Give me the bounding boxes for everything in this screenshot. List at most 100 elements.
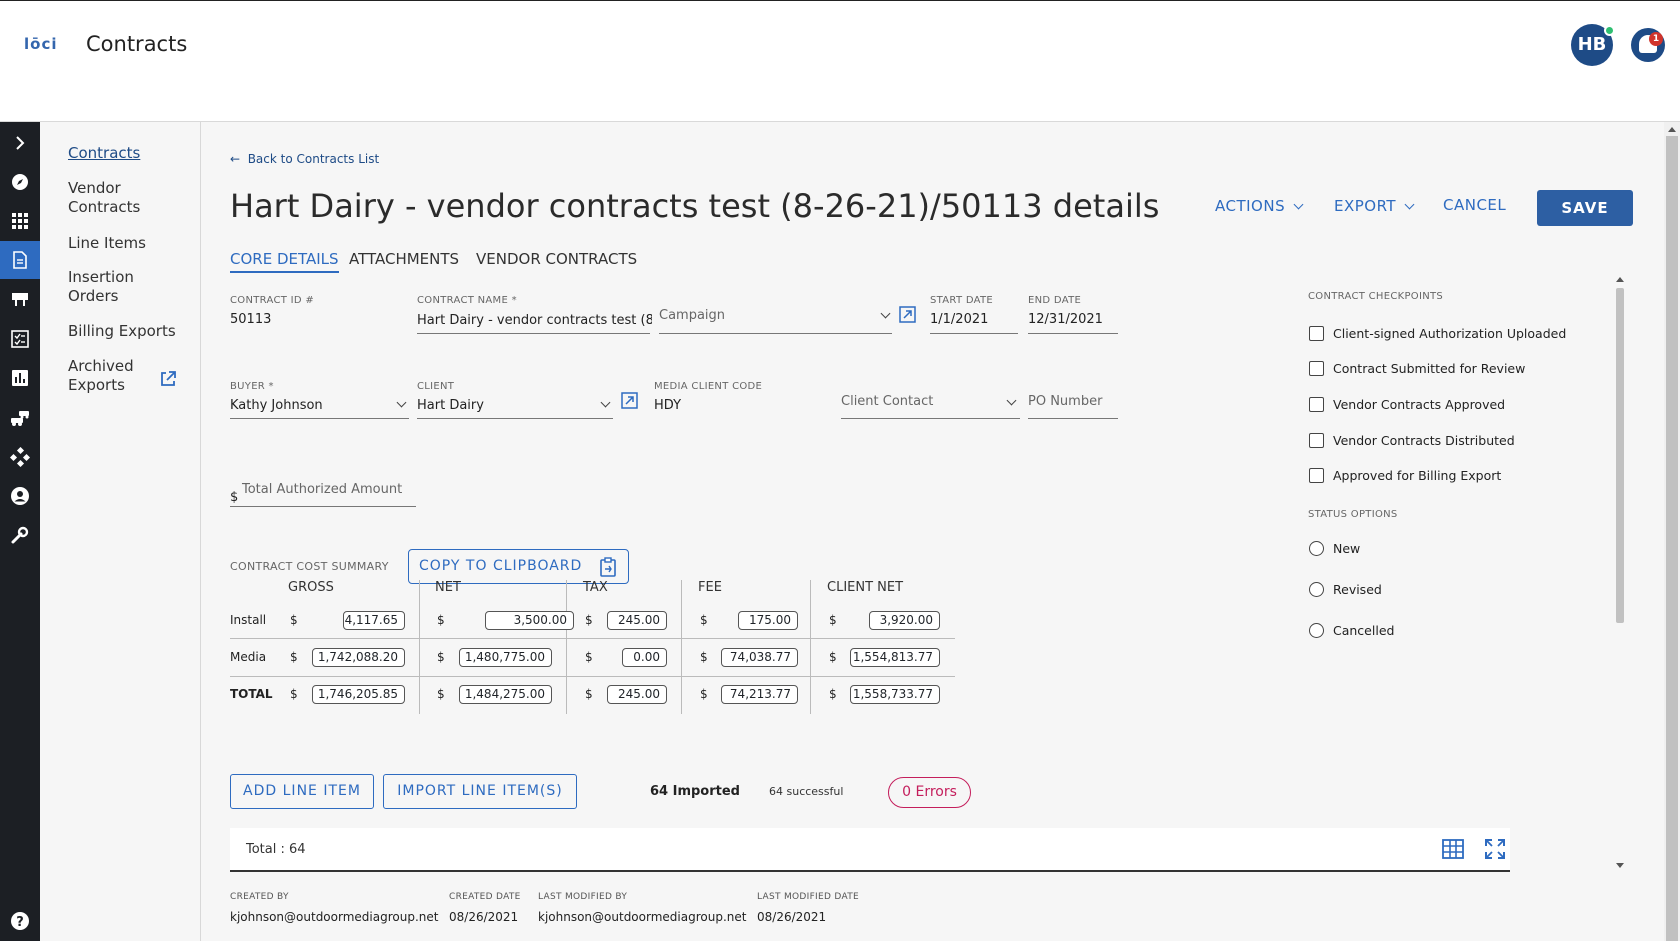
checkpoint-label: Vendor Contracts Approved — [1333, 397, 1506, 412]
chevron-down-icon[interactable] — [880, 308, 891, 319]
start-date-input[interactable]: 1/1/2021 — [930, 312, 988, 327]
clipboard-icon — [600, 557, 616, 577]
chevron-down-icon[interactable] — [1006, 395, 1017, 406]
chevron-down-icon[interactable] — [600, 397, 611, 408]
total-fee-value[interactable]: 74,213.77 — [721, 685, 798, 704]
vehicles-icon[interactable] — [0, 399, 40, 437]
checkpoint-checkbox[interactable] — [1309, 397, 1324, 412]
currency-symbol: $ — [829, 687, 837, 701]
network-nodes-icon[interactable] — [0, 438, 40, 476]
table-view-icon[interactable] — [1442, 839, 1464, 859]
subnav-item-contracts[interactable]: Contracts — [68, 144, 140, 163]
checkpoint-checkbox[interactable] — [1309, 468, 1324, 483]
checklist-icon[interactable] — [0, 320, 40, 358]
help-icon[interactable]: ? — [0, 902, 40, 940]
notifications-bell-icon[interactable]: 1 — [1631, 28, 1665, 62]
status-radio-cancelled[interactable] — [1309, 623, 1324, 638]
install-net-value[interactable]: 3,500.00 — [485, 611, 574, 630]
end-date-label: END DATE — [1028, 295, 1082, 306]
checkpoint-label: Contract Submitted for Review — [1333, 361, 1526, 376]
scroll-down-arrow-icon[interactable] — [1616, 863, 1624, 868]
import-line-items-button[interactable]: IMPORT LINE ITEM(S) — [383, 774, 577, 809]
bar-chart-icon[interactable] — [0, 359, 40, 397]
total-tax-value[interactable]: 245.00 — [607, 685, 667, 704]
checkpoint-checkbox[interactable] — [1309, 361, 1324, 376]
status-radio-revised[interactable] — [1309, 582, 1324, 597]
tab-attachments[interactable]: ATTACHMENTS — [349, 250, 459, 268]
install-tax-value[interactable]: 245.00 — [607, 611, 667, 630]
cancel-button[interactable]: CANCEL — [1443, 196, 1506, 214]
media-net-value[interactable]: 1,480,775.00 — [459, 648, 552, 667]
column-header-fee: FEE — [698, 580, 722, 595]
user-avatar[interactable]: HB — [1571, 24, 1615, 66]
media-fee-value[interactable]: 74,038.77 — [721, 648, 798, 667]
currency-symbol: $ — [829, 650, 837, 664]
checkpoint-checkbox[interactable] — [1309, 433, 1324, 448]
contract-id-label: CONTRACT ID # — [230, 295, 315, 306]
media-gross-value[interactable]: 1,742,088.20 — [312, 648, 405, 667]
total-net-value[interactable]: 1,484,275.00 — [459, 685, 552, 704]
open-campaign-icon[interactable] — [899, 306, 916, 323]
media-client-net-value[interactable]: 1,554,813.77 — [850, 648, 940, 667]
client-contact-select[interactable]: Client Contact — [841, 394, 933, 409]
export-dropdown[interactable]: EXPORT — [1334, 197, 1415, 215]
expand-rail-chevron-icon[interactable] — [0, 124, 40, 162]
chevron-down-icon[interactable] — [396, 397, 407, 408]
currency-symbol: $ — [829, 613, 837, 627]
subnav-item-vendor-contracts[interactable]: Vendor Contracts — [68, 179, 178, 217]
grid-apps-icon[interactable] — [0, 202, 40, 240]
tab-vendor-contracts[interactable]: VENDOR CONTRACTS — [476, 250, 637, 268]
client-select[interactable]: Hart Dairy — [417, 398, 484, 413]
install-client-net-value[interactable]: 3,920.00 — [869, 611, 940, 630]
currency-symbol: $ — [585, 687, 593, 701]
contract-name-input[interactable]: Hart Dairy - vendor contracts test (8- — [417, 313, 652, 328]
cost-summary-label: CONTRACT COST SUMMARY — [230, 560, 389, 573]
currency-symbol: $ — [290, 687, 298, 701]
buyer-select[interactable]: Kathy Johnson — [230, 398, 323, 413]
media-tax-value[interactable]: 0.00 — [622, 648, 667, 667]
app-logo[interactable]: lōci — [24, 35, 57, 53]
arrow-left-icon: ← — [230, 152, 241, 166]
external-link-icon[interactable] — [159, 370, 177, 388]
wrench-tools-icon[interactable] — [0, 516, 40, 554]
copy-to-clipboard-button[interactable]: COPY TO CLIPBOARD — [408, 549, 629, 584]
end-date-input[interactable]: 12/31/2021 — [1028, 312, 1103, 327]
po-number-input[interactable]: PO Number — [1028, 394, 1102, 409]
compass-icon[interactable] — [0, 163, 40, 201]
actions-label: ACTIONS — [1215, 197, 1286, 215]
errors-badge[interactable]: 0 Errors — [888, 777, 971, 808]
total-gross-value[interactable]: 1,746,205.85 — [312, 685, 405, 704]
contracts-document-icon[interactable] — [0, 241, 40, 279]
page-scrollbar-thumb[interactable] — [1666, 136, 1678, 941]
fullscreen-icon[interactable] — [1485, 839, 1505, 859]
currency-symbol: $ — [700, 687, 708, 701]
page-scroll-up-icon[interactable] — [1668, 127, 1676, 132]
start-date-label: START DATE — [930, 295, 994, 306]
user-account-icon[interactable] — [0, 477, 40, 515]
checkpoints-label: CONTRACT CHECKPOINTS — [1308, 291, 1444, 302]
tab-core-details[interactable]: CORE DETAILS — [230, 250, 339, 273]
contract-id-value: 50113 — [230, 312, 272, 327]
open-client-icon[interactable] — [621, 392, 638, 409]
scroll-up-arrow-icon[interactable] — [1616, 277, 1624, 282]
status-radio-new[interactable] — [1309, 541, 1324, 556]
save-button[interactable]: SAVE — [1537, 190, 1633, 226]
subnav-item-billing-exports[interactable]: Billing Exports — [68, 322, 176, 341]
page-scrollbar[interactable] — [1664, 122, 1680, 941]
total-authorized-amount-input[interactable]: Total Authorized Amount — [242, 482, 402, 497]
total-client-net-value[interactable]: 1,558,733.77 — [850, 685, 940, 704]
checkpoint-checkbox[interactable] — [1309, 326, 1324, 341]
add-line-item-button[interactable]: ADD LINE ITEM — [230, 774, 374, 809]
total-authorized-underline — [230, 506, 416, 507]
status-label-cancelled: Cancelled — [1333, 623, 1395, 638]
install-fee-value[interactable]: 175.00 — [738, 611, 798, 630]
subnav-item-line-items[interactable]: Line Items — [68, 234, 146, 253]
subnav-item-insertion-orders[interactable]: Insertion Orders — [68, 268, 178, 306]
install-gross-value[interactable]: 4,117.65 — [343, 611, 405, 630]
currency-symbol: $ — [290, 650, 298, 664]
back-link[interactable]: ← Back to Contracts List — [230, 152, 379, 166]
details-scrollbar-thumb[interactable] — [1616, 288, 1624, 623]
campaign-select[interactable]: Campaign — [659, 308, 725, 323]
billboard-icon[interactable] — [0, 280, 40, 318]
actions-dropdown[interactable]: ACTIONS — [1215, 197, 1304, 215]
